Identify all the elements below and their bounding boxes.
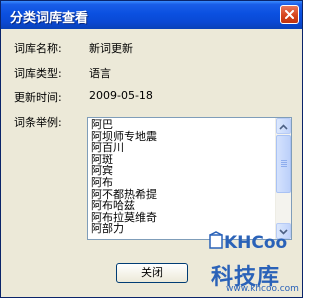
- vertical-scrollbar[interactable]: [275, 118, 291, 239]
- khcoo-logo-icon: KHCoo: [209, 231, 287, 253]
- watermark-logo: KHCoo: [208, 226, 298, 256]
- svg-text:KHCoo: KHCoo: [224, 233, 287, 253]
- scroll-up-button[interactable]: [276, 118, 291, 134]
- examples-listbox[interactable]: 阿巴 阿坝师专地震 阿百川 阿斑 阿宾 阿布 阿不都热希提 阿布哈兹 阿布拉莫维…: [87, 117, 292, 240]
- window-title: 分类词库查看: [10, 11, 89, 26]
- list-item[interactable]: 阿布哈兹: [91, 200, 157, 212]
- name-label: 词库名称:: [14, 42, 62, 55]
- type-label: 词库类型:: [14, 67, 62, 80]
- examples-list: 阿巴 阿坝师专地震 阿百川 阿斑 阿宾 阿布 阿不都热希提 阿布哈兹 阿布拉莫维…: [91, 119, 157, 235]
- time-value: 2009-05-18: [89, 89, 153, 102]
- type-value: 语言: [89, 67, 111, 80]
- examples-label: 词条举例:: [14, 116, 62, 129]
- name-value: 新词更新: [89, 42, 133, 55]
- watermark-url: www.khcoo.com: [226, 284, 299, 294]
- close-button[interactable]: 关闭: [116, 263, 188, 283]
- scroll-thumb[interactable]: [276, 135, 291, 193]
- title-bar[interactable]: 分类词库查看: [1, 1, 302, 29]
- list-item[interactable]: 阿部力: [91, 223, 157, 235]
- list-item[interactable]: 阿布: [91, 177, 157, 189]
- arrow-up-icon: [279, 124, 288, 130]
- list-item[interactable]: 阿巴: [91, 119, 157, 131]
- close-icon: [285, 10, 294, 19]
- title-close-button[interactable]: [280, 5, 299, 24]
- time-label: 更新时间:: [14, 91, 62, 104]
